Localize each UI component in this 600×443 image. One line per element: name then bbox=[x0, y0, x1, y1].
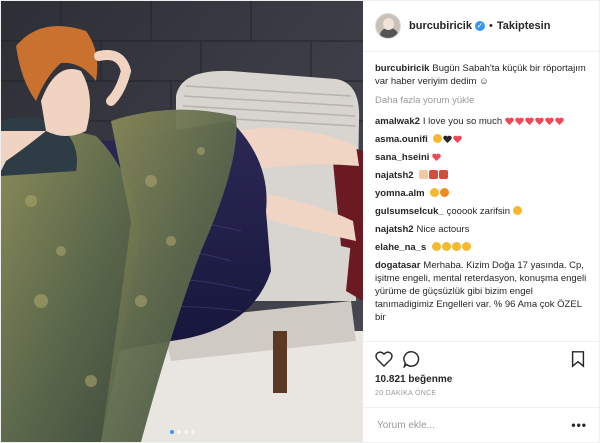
comments-list: burcubiricik Bugün Sabah'ta küçük bir röp… bbox=[363, 52, 599, 341]
list-item: asma.ounifi bbox=[375, 133, 587, 146]
list-item: najatsh2 Nice actours bbox=[375, 223, 587, 236]
likes-count[interactable]: 10.821 beğenme bbox=[375, 374, 587, 385]
fire-emoji-icon bbox=[440, 188, 450, 197]
like-heart-icon[interactable] bbox=[375, 351, 393, 367]
heart-emoji-icon bbox=[504, 116, 565, 127]
heart-eyes-emoji-icon bbox=[431, 242, 441, 251]
smiling-emoji-icon bbox=[512, 206, 522, 215]
list-item: elahe_na_s bbox=[375, 241, 587, 254]
action-icons bbox=[375, 348, 587, 370]
follow-status-button[interactable]: Takiptesin bbox=[497, 20, 551, 32]
add-comment-bar: ••• bbox=[363, 407, 599, 442]
heart-eyes-emoji-icon bbox=[461, 242, 471, 251]
heart-eyes-emoji-icon bbox=[441, 242, 451, 251]
comment-username[interactable]: dogatasar bbox=[375, 260, 420, 271]
comment-username[interactable]: gulsumselcuk_ bbox=[375, 206, 444, 217]
list-item: amalwak2 I love you so much bbox=[375, 115, 587, 128]
post-header: burcubiricik ✓ • Takiptesin bbox=[363, 1, 599, 52]
heart-emoji-icon bbox=[432, 153, 442, 161]
post-actions: 10.821 beğenme 20 DAKİKA ÖNCE bbox=[363, 341, 599, 397]
comment-input[interactable] bbox=[375, 418, 559, 432]
post-sidebar: burcubiricik ✓ • Takiptesin burcubiricik… bbox=[363, 1, 599, 442]
comment-username[interactable]: najatsh2 bbox=[375, 170, 414, 181]
post-timestamp: 20 DAKİKA ÖNCE bbox=[375, 390, 437, 397]
instagram-post: burcubiricik ✓ • Takiptesin burcubiricik… bbox=[0, 0, 600, 443]
comment-username[interactable]: amalwak2 bbox=[375, 116, 420, 127]
heart-eyes-emoji-icon bbox=[433, 134, 443, 143]
heart-eyes-emoji-icon bbox=[451, 242, 461, 251]
caption-username[interactable]: burcubiricik bbox=[375, 63, 429, 74]
comment-text: I love you so much bbox=[422, 116, 503, 127]
comment-text: çooook zarifsin bbox=[446, 206, 511, 217]
comment-username[interactable]: asma.ounifi bbox=[375, 134, 428, 145]
list-item: gulsumselcuk_ çooook zarifsin bbox=[375, 205, 587, 218]
heart-emoji-icon bbox=[453, 135, 463, 143]
carousel-dots bbox=[1, 430, 363, 434]
photo-illustration bbox=[1, 1, 363, 442]
header-separator: • bbox=[488, 20, 493, 32]
rose-emoji-icon bbox=[429, 170, 439, 179]
comment-username[interactable]: najatsh2 bbox=[375, 224, 414, 235]
avatar[interactable] bbox=[375, 13, 401, 39]
more-options-icon[interactable]: ••• bbox=[571, 418, 587, 432]
verified-badge-icon: ✓ bbox=[474, 21, 485, 31]
list-item: dogatasar Merhaba. Kizim Doğa 17 yasında.… bbox=[375, 259, 587, 324]
comment-username[interactable]: elahe_na_s bbox=[375, 242, 426, 253]
rose-emoji-icon bbox=[439, 170, 449, 179]
load-more-comments-link[interactable]: Daha fazla yorum yükle bbox=[375, 94, 587, 107]
list-item: sana_hseini bbox=[375, 151, 587, 164]
carousel-dot[interactable] bbox=[190, 430, 195, 434]
comment-username[interactable]: sana_hseini bbox=[375, 152, 429, 163]
carousel-dot[interactable] bbox=[183, 430, 188, 434]
carousel-dot[interactable] bbox=[176, 430, 181, 434]
comment-icon[interactable] bbox=[403, 350, 421, 368]
black-heart-icon bbox=[443, 135, 453, 143]
heart-eyes-emoji-icon bbox=[430, 188, 440, 197]
caption: burcubiricik Bugün Sabah'ta küçük bir röp… bbox=[375, 62, 587, 88]
comment-username[interactable]: yomna.alm bbox=[375, 188, 425, 199]
bookmark-icon[interactable] bbox=[569, 350, 587, 368]
list-item: yomna.alm bbox=[375, 187, 587, 200]
header-username[interactable]: burcubiricik bbox=[409, 20, 472, 32]
thumbs-up-emoji-icon bbox=[419, 170, 429, 179]
list-item: najatsh2 bbox=[375, 169, 587, 182]
post-photo[interactable] bbox=[1, 1, 363, 442]
carousel-dot-active[interactable] bbox=[169, 430, 174, 434]
comment-text: Nice actours bbox=[416, 224, 470, 235]
